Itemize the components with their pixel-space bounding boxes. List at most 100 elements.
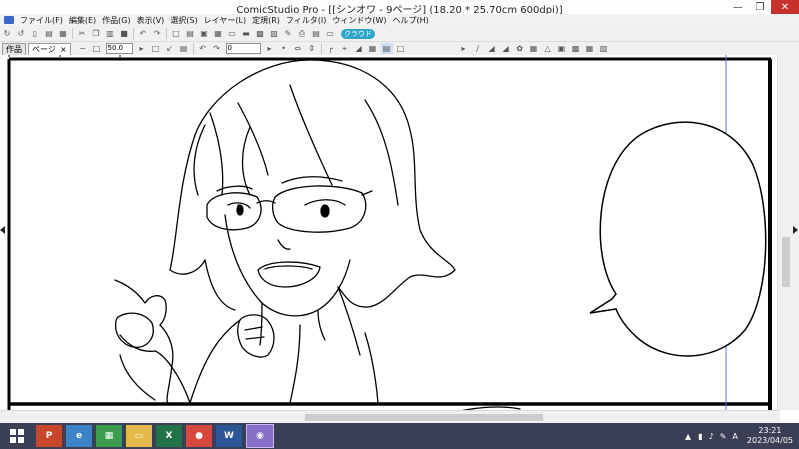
pen-tool-icon[interactable]: ∕ — [472, 43, 484, 54]
flip-vertical-icon[interactable]: ⇕ — [306, 43, 318, 54]
close-icon[interactable]: ✕ — [771, 0, 799, 14]
powerpoint-icon[interactable]: P — [36, 425, 62, 447]
windows-start-icon[interactable] — [2, 425, 32, 447]
show-guide-icon[interactable]: ▦ — [367, 43, 379, 54]
project-icon[interactable]: ▦ — [96, 425, 122, 447]
menu-window[interactable]: ウィンドウ(W) — [329, 15, 389, 26]
save-icon[interactable]: ▤ — [43, 28, 55, 39]
rotate-left-icon[interactable]: ↶ — [197, 43, 209, 54]
paste-icon[interactable]: ▥ — [104, 28, 116, 39]
vertical-scroll-thumb[interactable] — [782, 237, 790, 287]
drawing-canvas[interactable] — [0, 55, 799, 423]
comicstudio-icon[interactable]: ◉ — [246, 424, 274, 448]
show-text-icon[interactable]: □ — [395, 43, 407, 54]
show-layer-icon[interactable]: ▤ — [380, 43, 393, 54]
undo-icon[interactable]: ↶ — [137, 28, 149, 39]
menu-bar: ファイル(F) 編集(E) 作品(G) 表示(V) 選択(S) レイヤー(L) … — [0, 14, 799, 26]
grid-snap-icon[interactable]: ▦ — [584, 43, 596, 54]
rotation-arrow-icon[interactable]: ▸ — [264, 43, 276, 54]
zoom-input[interactable]: 50.0 — [105, 43, 133, 54]
cut-icon[interactable]: ✂ — [76, 28, 88, 39]
print-size-icon[interactable]: ▤ — [178, 43, 190, 54]
grid-view-icon[interactable]: ▦ — [212, 28, 224, 39]
menu-view[interactable]: 表示(V) — [134, 15, 168, 26]
toolbar-divider — [72, 28, 73, 39]
page-view-icon[interactable]: □ — [170, 28, 182, 39]
character-lineart — [114, 59, 521, 416]
main-toolbar: ↻ ↺ ▯ ▤ ▦ ✂ ❐ ▥ ■ ↶ ↷ □ ▤ ▣ ▦ ▭ ▬ ▩ ▨ ✎ … — [0, 26, 799, 42]
volume-icon[interactable]: ♪ — [709, 432, 714, 441]
app-icon[interactable] — [4, 16, 14, 24]
show-ruler-icon[interactable]: ◢ — [353, 43, 365, 54]
network-icon[interactable]: ▮ — [698, 432, 702, 441]
show-frame-icon[interactable]: ┌ — [325, 43, 337, 54]
menu-edit[interactable]: 編集(E) — [66, 15, 99, 26]
menu-file[interactable]: ファイル(F) — [17, 15, 66, 26]
word-icon[interactable]: W — [216, 425, 242, 447]
tab-story[interactable]: 作品 — [2, 42, 26, 55]
flip-horizontal-icon[interactable]: ⇔ — [292, 43, 304, 54]
brush-icon[interactable]: ✎ — [282, 28, 294, 39]
menu-story[interactable]: 作品(G) — [99, 15, 133, 26]
speech-balloon — [589, 121, 767, 357]
tone-icon[interactable]: △ — [542, 43, 554, 54]
pen-icon[interactable]: ✎ — [720, 432, 727, 441]
tray-expand-icon[interactable]: ▲ — [685, 432, 691, 441]
copy-icon[interactable]: ❐ — [90, 28, 102, 39]
snap-icon[interactable]: ▦ — [528, 43, 540, 54]
minimize-icon[interactable]: — — [727, 0, 749, 14]
new-page-icon[interactable]: ↺ — [15, 28, 27, 39]
restore-icon[interactable]: ❐ — [749, 0, 771, 14]
horizontal-scrollbar[interactable] — [0, 410, 780, 424]
new-story-icon[interactable]: ↻ — [1, 28, 13, 39]
redo-icon[interactable]: ↷ — [151, 28, 163, 39]
menu-ruler[interactable]: 定規(R) — [249, 15, 283, 26]
save-as-icon[interactable]: ▦ — [57, 28, 69, 39]
fit-page-icon[interactable]: □ — [150, 43, 162, 54]
toolbar-divider — [192, 43, 194, 54]
chrome-icon[interactable]: ● — [186, 425, 212, 447]
zoom-arrow-icon[interactable]: ▸ — [136, 43, 148, 54]
clock[interactable]: 23:21 2023/04/05 — [747, 426, 793, 446]
layer-view-icon[interactable]: ▩ — [254, 28, 266, 39]
cloud-badge[interactable]: クラウド — [341, 28, 375, 39]
guide-snap-icon[interactable]: ▨ — [598, 43, 610, 54]
edge-icon[interactable]: e — [66, 425, 92, 447]
ime-indicator[interactable]: A — [732, 432, 737, 441]
zoom-out-icon[interactable]: − — [77, 43, 89, 54]
excel-icon[interactable]: X — [156, 425, 182, 447]
toolbar-divider — [133, 28, 134, 39]
symmetry-icon[interactable]: ✿ — [514, 43, 526, 54]
rotation-input[interactable]: 0 — [225, 43, 261, 54]
menu-filter[interactable]: フィルタ(I) — [283, 15, 329, 26]
rotate-right-icon[interactable]: ↷ — [211, 43, 223, 54]
fit-view-icon[interactable]: ▣ — [198, 28, 210, 39]
ruler-view-icon[interactable]: ▭ — [226, 28, 238, 39]
ruler-tool-icon[interactable]: ◢ — [486, 43, 498, 54]
tab-page[interactable]: ページ × — [28, 42, 71, 55]
menu-select[interactable]: 選択(S) — [167, 15, 200, 26]
collapse-right-arrow-icon[interactable] — [793, 226, 798, 234]
zoom-in-icon[interactable]: □ — [91, 43, 103, 54]
actual-size-icon[interactable]: ↙ — [164, 43, 176, 54]
delete-icon[interactable]: ■ — [118, 28, 130, 39]
material-icon[interactable]: ▤ — [310, 28, 322, 39]
frame-view-icon[interactable]: ▬ — [240, 28, 252, 39]
perspective-icon[interactable]: ◢ — [500, 43, 512, 54]
export-icon[interactable]: ▭ — [324, 28, 336, 39]
horizontal-scroll-thumb[interactable] — [305, 414, 543, 421]
preview-icon[interactable]: ▨ — [268, 28, 280, 39]
tab-close-icon[interactable]: × — [60, 45, 67, 54]
menu-help[interactable]: ヘルプ(H) — [390, 15, 432, 26]
show-grid-icon[interactable]: ⌖ — [339, 43, 351, 54]
print-icon[interactable]: ⎙ — [296, 28, 308, 39]
rotate-reset-icon[interactable]: • — [278, 43, 290, 54]
spread-view-icon[interactable]: ▤ — [184, 28, 196, 39]
open-folder-icon[interactable]: ▯ — [29, 28, 41, 39]
menu-layer[interactable]: レイヤー(L) — [201, 15, 249, 26]
layer-color-icon[interactable]: ▩ — [570, 43, 582, 54]
file-explorer-icon[interactable]: ▭ — [126, 425, 152, 447]
collapse-left-arrow-icon[interactable] — [0, 226, 5, 234]
mask-icon[interactable]: ▣ — [556, 43, 568, 54]
panel-arrow-icon[interactable]: ▸ — [458, 43, 470, 54]
